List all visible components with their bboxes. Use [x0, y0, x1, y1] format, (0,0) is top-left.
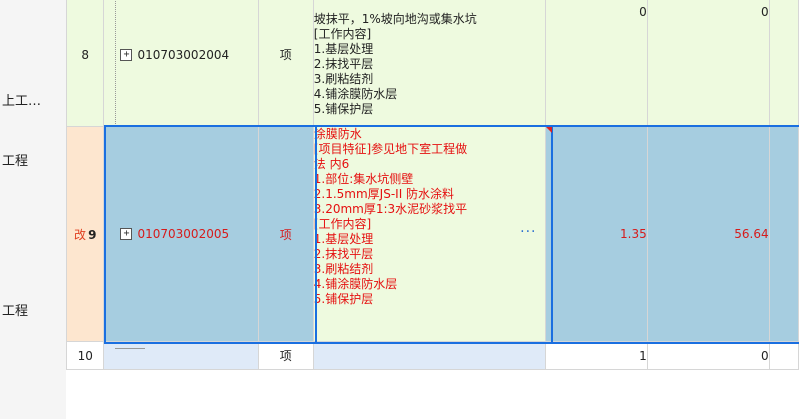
desc-line: 涂膜防水 [313, 127, 362, 141]
desc-line: 4.铺涂膜防水层 [313, 277, 398, 291]
quantity-value: 1 [639, 348, 647, 363]
row-number[interactable]: 改9 [65, 126, 105, 342]
table-row[interactable]: 8 + 010703002004 项 坡抹平，1%坡向地沟或集水坑 [工作内容]… [65, 0, 799, 127]
quantity-value: 1.35 [620, 227, 647, 241]
desc-line: [项目特征]参见地下室工程做 [313, 142, 468, 156]
desc-line: 1.基层处理 [313, 41, 374, 56]
desc-line: 2.抹找平层 [313, 247, 374, 261]
desc-line: 3.刷粘结剂 [313, 71, 374, 86]
quantity-cell[interactable]: 0 [544, 0, 648, 127]
table-row[interactable]: 10 项 1 0 [65, 341, 799, 370]
description-cell[interactable] [312, 341, 546, 370]
tree-item-1[interactable]: 上工… [2, 90, 41, 109]
modified-flag: 改 [74, 227, 87, 242]
tree-item-3[interactable]: 工程 [2, 300, 28, 319]
desc-line: 2.1.5mm厚JS-II 防水涂料 [313, 187, 455, 201]
desc-line: [工作内容] [313, 217, 372, 231]
amount-value: 0 [760, 5, 769, 19]
item-code: 010703002005 [137, 227, 230, 241]
description-cell[interactable]: 坡抹平，1%坡向地沟或集水坑 [工作内容] 1.基层处理 2.抹找平层 3.刷粘… [312, 0, 546, 127]
quantity-cell[interactable]: 1 [544, 341, 648, 370]
desc-line: 4.铺涂膜防水层 [313, 86, 398, 101]
amount-value: 56.64 [734, 227, 769, 241]
row-number-text: 10 [77, 348, 93, 363]
tree-line [115, 348, 146, 349]
desc-line: 1.基层处理 [313, 232, 374, 246]
quantity-cell[interactable]: 1.35 [544, 126, 648, 342]
unit-cell[interactable]: 项 [257, 0, 314, 127]
left-tree-panel: 上工… 工程 工程 [0, 0, 66, 419]
code-cell[interactable]: + 010703002004 [103, 0, 259, 127]
code-cell[interactable]: + 010703002005 [103, 126, 259, 342]
unit-cell[interactable]: 项 [257, 126, 314, 342]
extra-cell[interactable] [768, 0, 799, 127]
tree-item-2[interactable]: 工程 [2, 150, 28, 169]
unit-text: 项 [279, 349, 292, 363]
extra-cell[interactable] [768, 126, 799, 342]
tree-line [115, 0, 117, 126]
row-number-text: 9 [88, 227, 97, 242]
amount-cell[interactable]: 0 [646, 0, 770, 127]
desc-line: 1.部位:集水坑侧壁 [313, 172, 414, 186]
more-button[interactable]: ··· [520, 225, 536, 240]
desc-line: 法 内6 [313, 157, 350, 171]
desc-line: [工作内容] [313, 26, 372, 41]
amount-cell[interactable]: 0 [646, 341, 770, 370]
desc-line: 坡抹平，1%坡向地沟或集水坑 [313, 11, 477, 26]
row-number[interactable]: 8 [65, 0, 105, 127]
expand-icon[interactable]: + [120, 48, 133, 61]
amount-value: 0 [760, 348, 769, 363]
bill-grid: 8 + 010703002004 项 坡抹平，1%坡向地沟或集水坑 [工作内容]… [65, 0, 799, 370]
expand-icon[interactable]: + [120, 228, 133, 240]
row-number-text: 8 [81, 47, 90, 62]
desc-line: 3.刷粘结剂 [313, 262, 374, 276]
code-cell[interactable] [103, 341, 259, 370]
desc-line: 5.铺保护层 [313, 292, 374, 306]
quantity-value: 0 [639, 5, 647, 19]
unit-text: 项 [279, 48, 292, 62]
unit-text: 项 [279, 227, 292, 242]
description-cell[interactable]: 涂膜防水 [项目特征]参见地下室工程做 法 内6 1.部位:集水坑侧壁 2.1.… [312, 126, 546, 342]
item-code: 010703002004 [137, 47, 230, 62]
amount-cell[interactable]: 56.64 [646, 126, 770, 342]
modified-corner-marker [546, 127, 552, 133]
row-number[interactable]: 10 [65, 341, 105, 370]
unit-cell[interactable]: 项 [257, 341, 314, 370]
desc-line: 2.抹找平层 [313, 56, 374, 71]
extra-cell[interactable] [768, 341, 799, 370]
table-row[interactable]: 改9 + 010703002005 项 涂膜防水 [项目特征]参见地下室工程做 … [65, 126, 799, 342]
desc-line: 5.铺保护层 [313, 101, 374, 116]
desc-line: 3.20mm厚1:3水泥砂浆找平 [313, 202, 468, 216]
